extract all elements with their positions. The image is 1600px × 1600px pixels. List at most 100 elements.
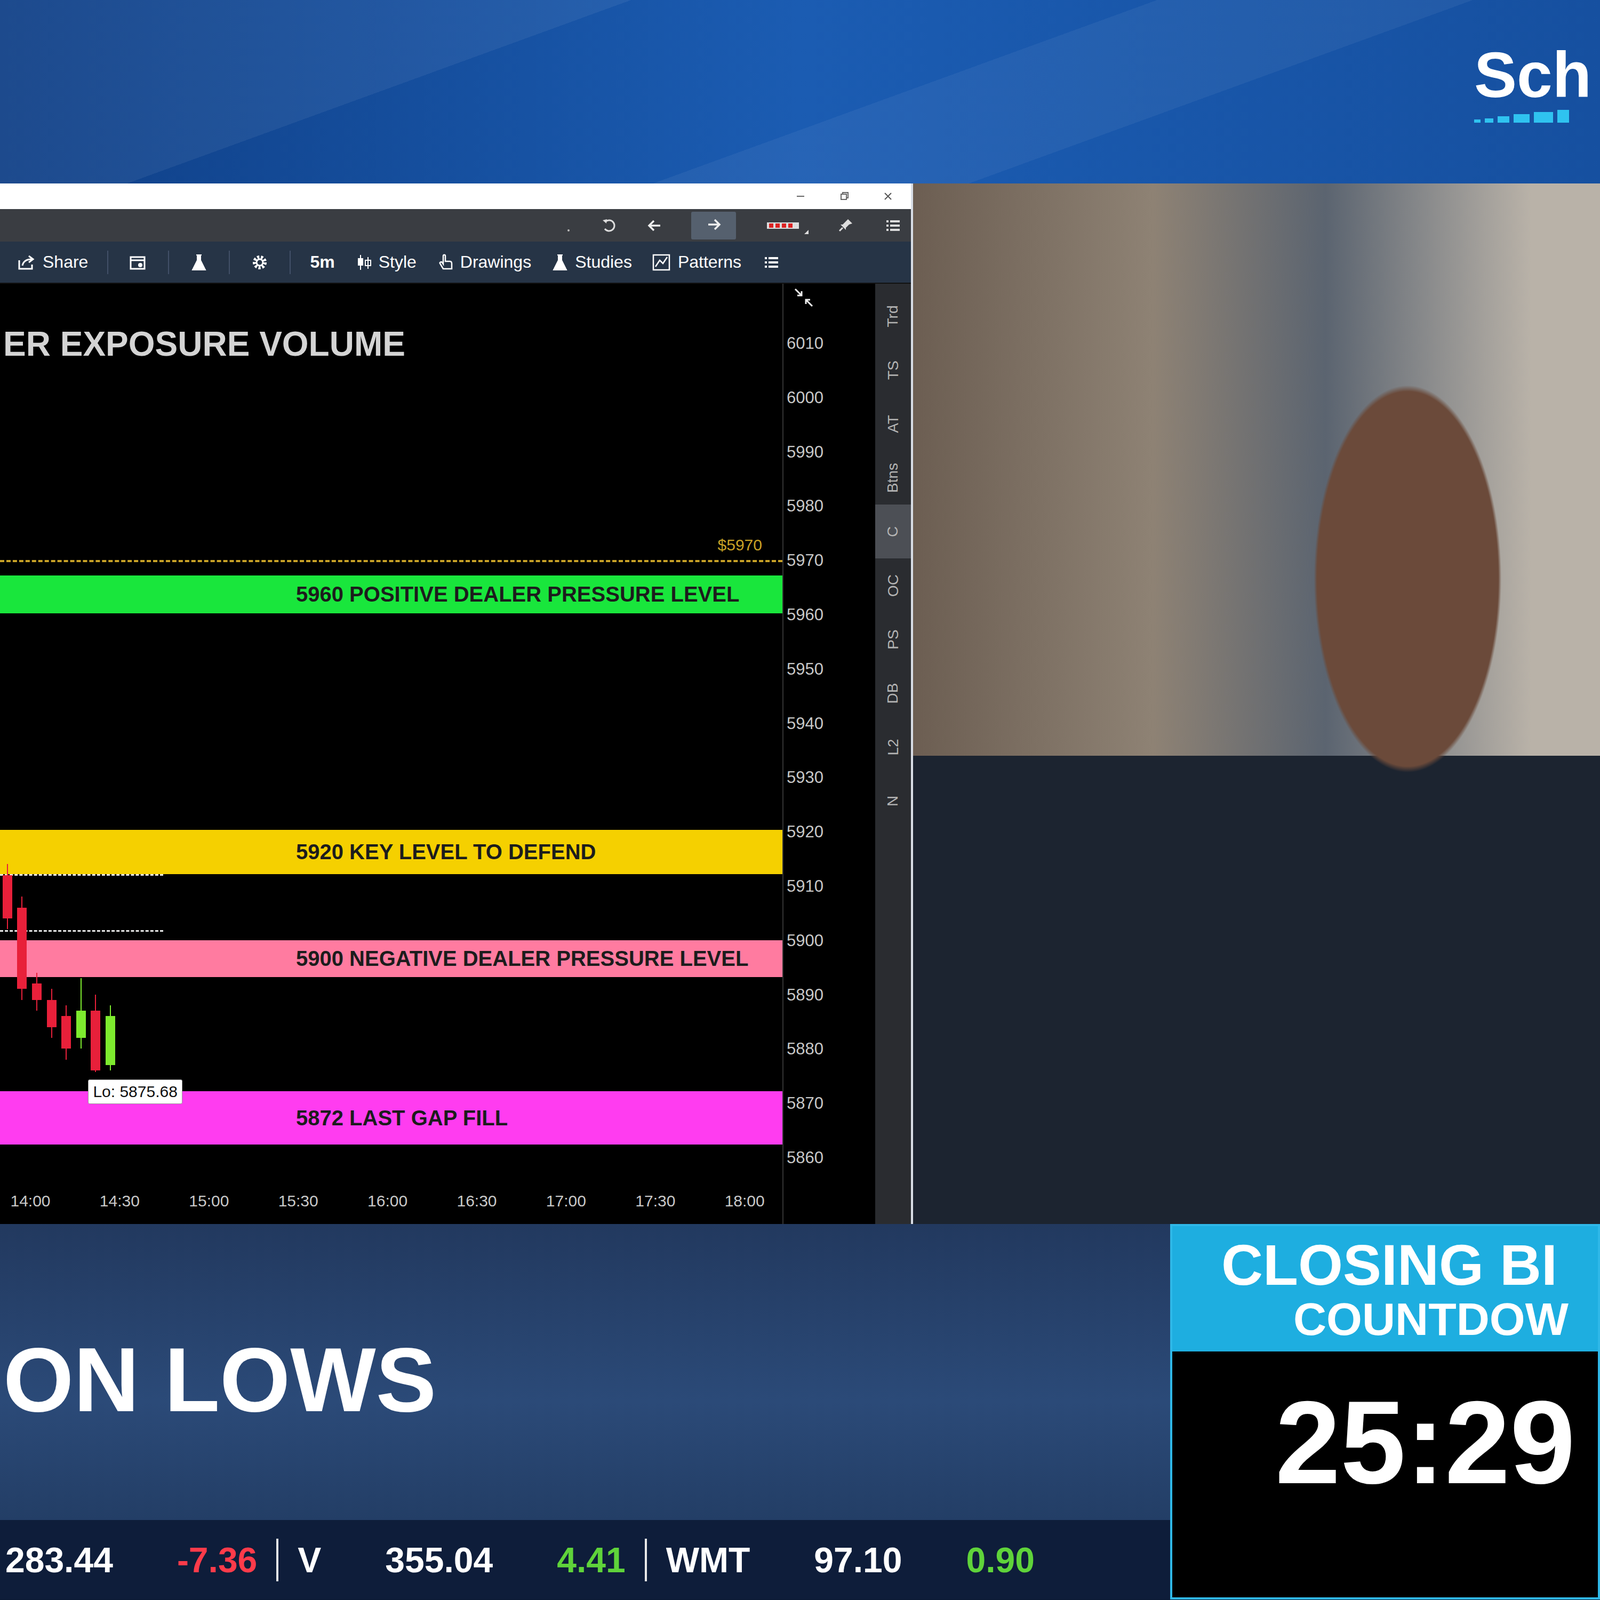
ticker-separator	[276, 1538, 279, 1582]
candle-body	[105, 1016, 116, 1066]
price-tick: 5990	[786, 443, 824, 460]
logo-bars-icon	[1474, 108, 1571, 125]
flask-icon	[550, 252, 570, 272]
style-button[interactable]: Style	[354, 252, 417, 272]
studies-label: Studies	[574, 252, 632, 272]
side-tab-label: OC	[884, 574, 902, 597]
side-tab[interactable]: C	[875, 504, 911, 559]
side-tab[interactable]: N	[875, 773, 911, 828]
ticker-price: 97.10	[813, 1539, 902, 1581]
low-tooltip: Lo: 5875.68	[88, 1079, 182, 1104]
candle	[58, 283, 74, 1185]
share-button[interactable]: Share	[16, 252, 88, 272]
price-tick: 5870	[786, 1094, 824, 1112]
side-tab-label: Trd	[884, 305, 902, 327]
lower-third-main: ON LOWS283.44-7.36V355.044.41WMT97.100.9…	[0, 1224, 1171, 1600]
candle-body	[2, 875, 13, 919]
side-tab[interactable]: TS	[875, 342, 911, 397]
closing-bell-countdown: CLOSING BICOUNTDOW25:29	[1170, 1224, 1600, 1600]
menu-list-icon[interactable]	[760, 252, 782, 272]
chart-body: ER EXPOSURE VOLUME $5970 5960 POSITIVE DEA…	[0, 283, 911, 1224]
ticker-item: WMT97.100.90	[666, 1539, 1035, 1581]
interval-selector[interactable]: 5m	[309, 252, 335, 272]
collapse-arrows-icon[interactable]	[792, 285, 816, 310]
side-tab[interactable]: Trd	[875, 289, 911, 343]
gear-icon[interactable]	[249, 252, 271, 272]
price-tick: 5860	[786, 1149, 824, 1166]
pattern-icon	[651, 252, 673, 272]
link-color-icon[interactable]	[761, 216, 810, 236]
price-tick: 5890	[786, 986, 824, 1003]
side-tab[interactable]: DB	[875, 666, 911, 720]
side-tab[interactable]: PS	[875, 612, 911, 667]
candle	[44, 283, 60, 1185]
patterns-button[interactable]: Patterns	[651, 252, 742, 272]
pin-icon[interactable]	[835, 216, 857, 236]
forward-button[interactable]	[691, 211, 736, 240]
level-band: 5900 NEGATIVE DEALER PRESSURE LEVEL	[0, 940, 783, 978]
forward-arrow-icon	[702, 214, 725, 235]
navigation-toolbar	[0, 209, 911, 242]
share-icon	[16, 252, 38, 272]
close-icon[interactable]	[880, 188, 896, 205]
price-tick: 5880	[786, 1040, 824, 1058]
price-tick: 5910	[786, 877, 824, 895]
side-tab-label: AT	[884, 414, 902, 434]
flask-icon[interactable]	[188, 252, 210, 272]
countdown-time: 25:29	[1275, 1384, 1576, 1502]
toolbar-separator	[107, 250, 109, 275]
level-label: 5900 NEGATIVE DEALER PRESSURE LEVEL	[296, 946, 749, 971]
lower-third: ON LOWS283.44-7.36V355.044.41WMT97.100.9…	[0, 1224, 1600, 1600]
ticker-item: 283.44-7.36	[5, 1539, 258, 1581]
level-label: 5960 POSITIVE DEALER PRESSURE LEVEL	[296, 582, 740, 606]
calendar-icon[interactable]	[127, 252, 149, 272]
interval-label: 5m	[309, 252, 335, 272]
price-tick: 5920	[786, 823, 824, 840]
candle-body	[61, 1016, 71, 1049]
undo-icon[interactable]	[599, 216, 619, 236]
candle	[0, 283, 15, 1185]
toolbar-separator	[228, 250, 230, 275]
back-arrow-icon[interactable]	[644, 216, 666, 236]
restore-icon[interactable]	[836, 188, 853, 205]
side-tab[interactable]: AT	[875, 396, 911, 451]
time-tick: 18:00	[724, 1192, 765, 1211]
time-tick: 16:00	[367, 1192, 408, 1211]
hand-pointer-icon	[435, 252, 455, 272]
price-tick: 5970	[786, 552, 824, 569]
ticker-symbol: V	[297, 1539, 322, 1581]
minimize-icon[interactable]	[792, 188, 809, 205]
candle-body	[32, 983, 42, 1000]
ticker-change: 0.90	[965, 1539, 1035, 1581]
chart-title: ER EXPOSURE VOLUME	[3, 325, 406, 363]
side-tab-label: DB	[884, 682, 902, 704]
candle-body	[17, 907, 27, 990]
time-tick: 17:00	[546, 1192, 587, 1211]
time-tick: 15:00	[188, 1192, 229, 1211]
stock-ticker: 283.44-7.36V355.044.41WMT97.100.90	[0, 1520, 1171, 1600]
side-tab[interactable]: L2	[875, 720, 911, 774]
candle	[88, 283, 104, 1185]
ticker-price: 283.44	[5, 1539, 114, 1581]
toolbar-separator	[168, 250, 170, 275]
candle	[102, 283, 118, 1185]
drawings-button[interactable]: Drawings	[435, 252, 532, 272]
headline-area: ON LOWS	[0, 1224, 1171, 1520]
ticker-change: 4.41	[556, 1539, 626, 1581]
countdown-timer: 25:29	[1172, 1351, 1598, 1598]
side-tab-label: N	[884, 795, 902, 806]
side-tab-label: C	[884, 525, 902, 537]
price-plot[interactable]: ER EXPOSURE VOLUME $5970 5960 POSITIVE DEA…	[0, 283, 783, 1185]
price-tick: 6010	[786, 334, 824, 351]
price-tick: 5900	[786, 931, 824, 949]
reference-line-label: $5970	[717, 534, 763, 556]
menu-list-icon[interactable]	[882, 216, 904, 236]
side-tab[interactable]: Btns	[875, 450, 911, 505]
price-tick: 5980	[786, 497, 824, 515]
side-tab-label: PS	[884, 629, 902, 650]
side-tab[interactable]: OC	[875, 558, 911, 613]
studies-button[interactable]: Studies	[550, 252, 632, 272]
level-band: 5960 POSITIVE DEALER PRESSURE LEVEL	[0, 575, 783, 614]
main-area: Share 5m Style Drawings Studies Patterns ER EX…	[0, 183, 1600, 1224]
share-label: Share	[42, 252, 88, 272]
